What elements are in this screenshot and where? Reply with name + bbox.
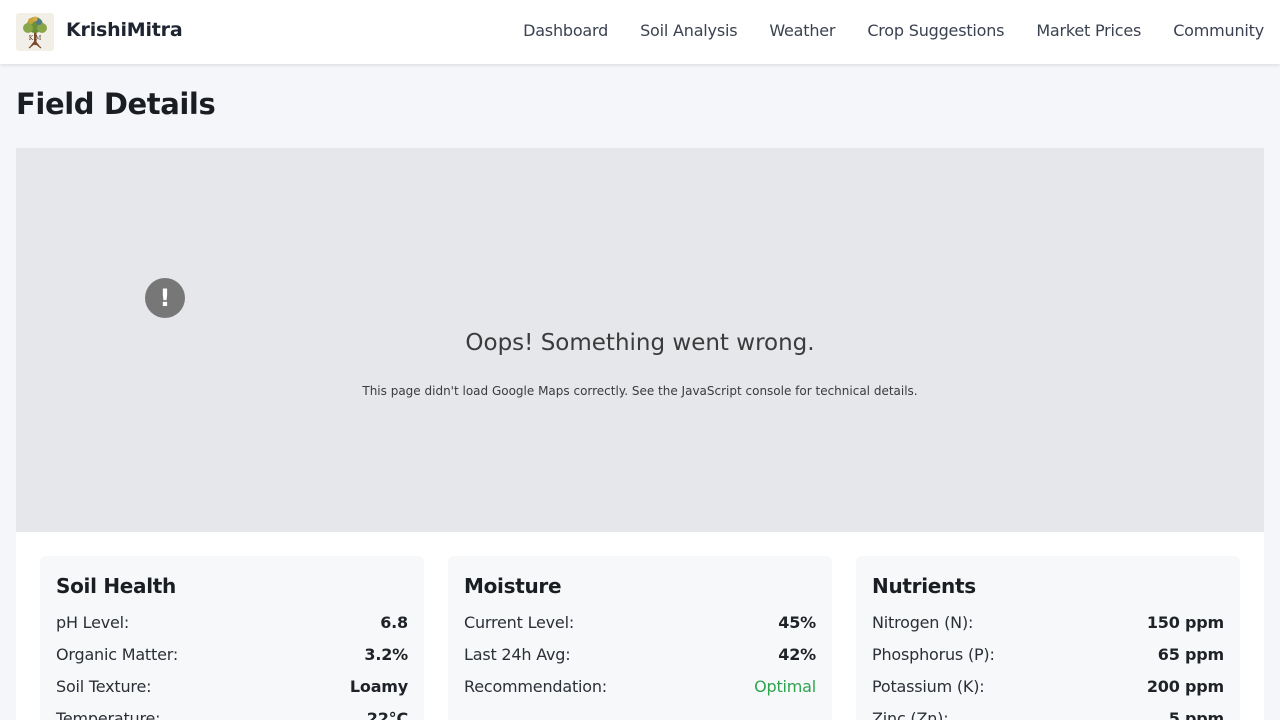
main-nav: Dashboard Soil Analysis Weather Crop Sug… xyxy=(523,21,1264,40)
stat-value: 65 ppm xyxy=(1157,644,1224,664)
nav-item-dashboard[interactable]: Dashboard xyxy=(523,21,608,40)
stat-value: 150 ppm xyxy=(1146,612,1224,632)
stat-row-nitrogen: Nitrogen (N): 150 ppm xyxy=(872,606,1224,638)
nav-item-soil-analysis[interactable]: Soil Analysis xyxy=(640,21,737,40)
nav-item-community[interactable]: Community xyxy=(1173,21,1264,40)
stat-row-potassium: Potassium (K): 200 ppm xyxy=(872,670,1224,702)
card-title: Nutrients xyxy=(872,574,976,598)
stat-value: 42% xyxy=(778,644,816,664)
top-navbar: K M KrishiMitra Dashboard Soil Analysis … xyxy=(0,0,1280,64)
moisture-card: Moisture Current Level: 45% Last 24h Avg… xyxy=(448,556,832,720)
map-error-message: This page didn't load Google Maps correc… xyxy=(362,384,918,398)
error-icon: ! xyxy=(145,278,185,318)
page-title: Field Details xyxy=(16,87,216,121)
stat-row-last-24h-avg: Last 24h Avg: 42% xyxy=(464,638,816,670)
soil-health-card: Soil Health pH Level: 6.8 Organic Matter… xyxy=(40,556,424,720)
stat-value: 3.2% xyxy=(364,644,408,664)
stat-row-ph: pH Level: 6.8 xyxy=(56,606,408,638)
svg-text:K M: K M xyxy=(29,35,42,42)
stat-value: 200 ppm xyxy=(1146,676,1224,696)
stat-row-recommendation: Recommendation: Optimal xyxy=(464,670,816,702)
field-map[interactable]: ! Oops! Something went wrong. This page … xyxy=(16,148,1264,532)
stat-row-temperature: Temperature: 22°C xyxy=(56,702,408,720)
field-stats-panel: Soil Health pH Level: 6.8 Organic Matter… xyxy=(16,532,1264,720)
stat-row-phosphorus: Phosphorus (P): 65 ppm xyxy=(872,638,1224,670)
card-title: Moisture xyxy=(464,574,562,598)
stat-row-organic-matter: Organic Matter: 3.2% xyxy=(56,638,408,670)
stat-label: Soil Texture: xyxy=(56,676,152,696)
nav-item-crop-suggestions[interactable]: Crop Suggestions xyxy=(867,21,1004,40)
stat-label: pH Level: xyxy=(56,612,130,632)
stat-label: Nitrogen (N): xyxy=(872,612,974,632)
stat-label: Phosphorus (P): xyxy=(872,644,995,664)
stat-value: 45% xyxy=(778,612,816,632)
stat-label: Zinc (Zn): xyxy=(872,708,949,720)
stat-value: Loamy xyxy=(349,676,408,696)
krishimitra-logo-icon[interactable]: K M xyxy=(16,13,54,51)
card-title: Soil Health xyxy=(56,574,176,598)
nutrients-card: Nutrients Nitrogen (N): 150 ppm Phosphor… xyxy=(856,556,1240,720)
nav-item-market-prices[interactable]: Market Prices xyxy=(1036,21,1141,40)
recommendation-status: Optimal xyxy=(754,676,816,696)
stat-row-zinc: Zinc (Zn): 5 ppm xyxy=(872,702,1224,720)
stat-label: Last 24h Avg: xyxy=(464,644,571,664)
stat-label: Organic Matter: xyxy=(56,644,179,664)
map-error-title: Oops! Something went wrong. xyxy=(465,330,815,356)
brand-name[interactable]: KrishiMitra xyxy=(66,19,183,41)
stat-label: Recommendation: xyxy=(464,676,607,696)
stat-row-current-level: Current Level: 45% xyxy=(464,606,816,638)
nav-item-weather[interactable]: Weather xyxy=(769,21,835,40)
stat-label: Potassium (K): xyxy=(872,676,985,696)
stat-value: 6.8 xyxy=(380,612,408,632)
stat-label: Current Level: xyxy=(464,612,575,632)
stat-value: 5 ppm xyxy=(1168,708,1224,720)
stat-label: Temperature: xyxy=(56,708,161,720)
stat-value: 22°C xyxy=(366,708,408,720)
stat-row-soil-texture: Soil Texture: Loamy xyxy=(56,670,408,702)
